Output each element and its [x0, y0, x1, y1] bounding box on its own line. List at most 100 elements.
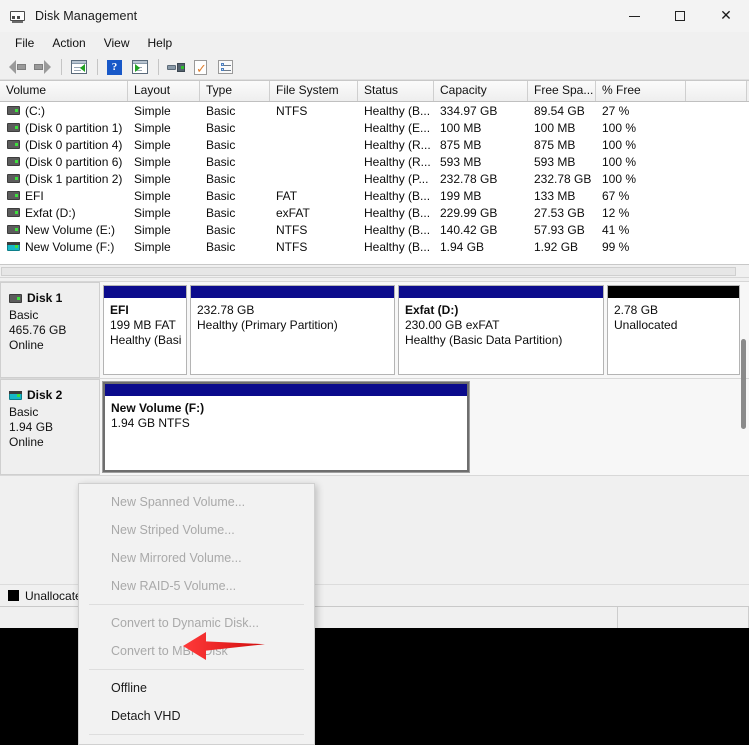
menu-help[interactable]: Help	[139, 34, 182, 53]
cell-layout: Simple	[134, 222, 171, 237]
column-header-volume[interactable]: Volume	[0, 81, 128, 101]
cell-fs: exFAT	[276, 205, 310, 220]
cell-free: 133 MB	[534, 188, 576, 203]
menu-view[interactable]: View	[95, 34, 139, 53]
cell-pct: 27 %	[602, 103, 630, 118]
disk-partitions: EFI 199 MB FAT Healthy (Basi 232.78 GB Healt…	[100, 282, 749, 378]
disk-info-panel[interactable]: Disk 2 Basic 1.94 GB Online	[0, 379, 100, 475]
cell-pct: 100 %	[602, 154, 637, 169]
cell-status: Healthy (P...	[364, 171, 429, 186]
back-button[interactable]	[6, 56, 29, 78]
column-header-free-spa[interactable]: Free Spa...	[528, 81, 596, 101]
cell-layout: Simple	[134, 188, 171, 203]
column-header-status[interactable]: Status	[358, 81, 434, 101]
check-disk-button[interactable]: ✓	[189, 56, 212, 78]
cell-status: Healthy (E...	[364, 120, 431, 135]
cell-status: Healthy (R...	[364, 154, 431, 169]
disk1-part-exfat[interactable]: Exfat (D:) 230.00 GB exFAT Healthy (Basic …	[398, 285, 604, 375]
disk-state: Online	[9, 338, 44, 352]
disk-row[interactable]: Disk 2 Basic 1.94 GB Online New Volume (F:) 1…	[0, 379, 749, 476]
rescan-disks-button[interactable]	[164, 56, 187, 78]
drive-status-dot	[17, 296, 20, 300]
minimize-button[interactable]	[611, 0, 657, 32]
column-header-layout[interactable]: Layout	[128, 81, 200, 101]
title-bar: Disk Management ✕	[0, 0, 749, 32]
show-action-pane-button[interactable]	[128, 56, 151, 78]
properties-icon	[218, 60, 233, 74]
table-row[interactable]: New Volume (F:) Simple Basic NTFS Healthy (B…	[0, 238, 749, 255]
column-header-capacity[interactable]: Capacity	[434, 81, 528, 101]
ctx-separator-3	[89, 734, 304, 735]
ctx-convert-to-dynamic-disk: Convert to Dynamic Disk...	[111, 616, 259, 630]
table-row[interactable]: (Disk 0 partition 4) Simple Basic Healthy (…	[0, 136, 749, 153]
disk1-part-unallocated[interactable]: 2.78 GB Unallocated	[607, 285, 740, 375]
cell-type: Basic	[206, 103, 236, 118]
disk-icon	[9, 293, 22, 303]
volume-list-body: (C:) Simple Basic NTFS Healthy (B... 334.97 G…	[0, 102, 749, 255]
disk-context-menu: New Spanned Volume... New Striped Volume.…	[78, 483, 315, 745]
cell-free: 593 MB	[534, 154, 576, 169]
table-row[interactable]: (Disk 0 partition 1) Simple Basic Healthy (…	[0, 119, 749, 136]
maximize-button[interactable]	[657, 0, 703, 32]
menu-file[interactable]: File	[6, 34, 43, 53]
table-row[interactable]: (Disk 0 partition 6) Simple Basic Healthy (…	[0, 153, 749, 170]
volume-list-horizontal-scrollbar[interactable]	[0, 264, 749, 277]
drive-status-dot	[15, 143, 18, 146]
menu-bar: File Action View Help	[0, 32, 749, 55]
drive-status-dot	[15, 211, 18, 214]
disk1-part-efi[interactable]: EFI 199 MB FAT Healthy (Basi	[103, 285, 187, 375]
partition-body: 2.78 GB Unallocated	[608, 299, 739, 374]
drive-status-dot	[15, 228, 18, 231]
disk-row[interactable]: Disk 1 Basic 465.76 GB Online EFI 199 MB FAT H…	[0, 282, 749, 379]
column-header-file-system[interactable]: File System	[270, 81, 358, 101]
cell-capacity: 100 MB	[440, 120, 482, 135]
cell-layout: Simple	[134, 239, 171, 254]
partition-line-1: 199 MB FAT	[110, 318, 176, 332]
show-hide-console-tree-button[interactable]	[67, 56, 90, 78]
table-row[interactable]: (C:) Simple Basic NTFS Healthy (B... 334.97 G…	[0, 102, 749, 119]
disk2-part-new-volume-f[interactable]: New Volume (F:) 1.94 GB NTFS	[102, 381, 470, 473]
graphical-view-scrollbar[interactable]	[741, 339, 746, 429]
help-button[interactable]: ?	[103, 56, 126, 78]
table-row[interactable]: (Disk 1 partition 2) Simple Basic Healthy (…	[0, 170, 749, 187]
ctx-detach-vhd[interactable]: Detach VHD	[79, 702, 314, 730]
ctx-separator-1	[89, 604, 304, 605]
table-row[interactable]: Exfat (D:) Simple Basic exFAT Healthy (B... 2…	[0, 204, 749, 221]
partition-capacity-bar	[399, 286, 603, 299]
cell-free: 27.53 GB	[534, 205, 585, 220]
cell-pct: 67 %	[602, 188, 630, 203]
drive-icon	[7, 140, 20, 149]
help-icon: ?	[107, 59, 122, 75]
column-header-free[interactable]: % Free	[596, 81, 686, 101]
cell-layout: Simple	[134, 205, 171, 220]
cell-pct: 100 %	[602, 171, 637, 186]
cell-type: Basic	[206, 154, 236, 169]
partition-body: EFI 199 MB FAT Healthy (Basi	[104, 299, 186, 374]
maximize-icon	[675, 11, 685, 21]
cell-type: Basic	[206, 120, 236, 135]
close-button[interactable]: ✕	[703, 0, 749, 32]
disk1-part-primary[interactable]: 232.78 GB Healthy (Primary Partition)	[190, 285, 395, 375]
menu-action[interactable]: Action	[43, 34, 94, 53]
show-hide-console-tree-icon	[70, 60, 87, 74]
ctx-new-mirrored-volume: New Mirrored Volume...	[111, 551, 242, 565]
table-row[interactable]: New Volume (E:) Simple Basic NTFS Healthy (B…	[0, 221, 749, 238]
cell-capacity: 875 MB	[440, 137, 482, 152]
table-row[interactable]: EFI Simple Basic FAT Healthy (B... 199 MB 133 …	[0, 187, 749, 204]
column-header-type[interactable]: Type	[200, 81, 270, 101]
ctx-properties[interactable]: Properties	[79, 739, 314, 745]
drive-status-dot	[15, 109, 18, 112]
status-pane-2	[315, 607, 618, 628]
cell-volume: Exfat (D:)	[0, 206, 128, 220]
disk-info-panel[interactable]: Disk 1 Basic 465.76 GB Online	[0, 282, 100, 378]
toolbar-separator-2	[97, 59, 98, 75]
scrollbar-thumb[interactable]	[1, 267, 736, 276]
forward-button[interactable]	[31, 56, 54, 78]
rescan-disks-icon	[166, 61, 185, 74]
toolbar: ? ✓	[0, 55, 749, 80]
ctx-offline[interactable]: Offline	[79, 674, 314, 702]
properties-button[interactable]	[214, 56, 237, 78]
column-header-blank[interactable]	[686, 81, 747, 101]
cell-status: Healthy (B...	[364, 103, 431, 118]
partition-body: Exfat (D:) 230.00 GB exFAT Healthy (Basic …	[399, 299, 603, 374]
